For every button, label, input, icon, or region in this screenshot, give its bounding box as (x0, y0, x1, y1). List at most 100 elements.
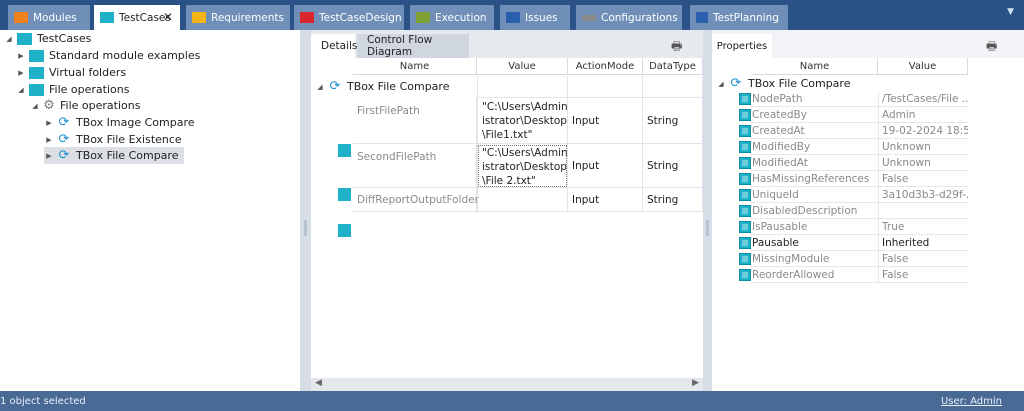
detail-row-actionmode[interactable]: Input (568, 98, 643, 144)
property-row[interactable]: NodePath /TestCases/File ... (712, 91, 968, 107)
tab-testplanning[interactable]: TestPlanning (690, 5, 788, 30)
expand-arrow-icon[interactable]: ▶ (16, 52, 26, 60)
property-value[interactable]: 3a10d3b3-d29f-... (878, 187, 968, 203)
expand-arrow-icon[interactable]: ◢ (16, 86, 26, 94)
gear-icon: ⚙ (43, 97, 55, 113)
tree-node-label: Virtual folders (49, 66, 127, 79)
tree-node-tbox-file-compare[interactable]: ▶ ⟳ TBox File Compare (44, 147, 185, 164)
detail-row-value[interactable]: "C:\Users\Admin istrator\Desktop \File 2… (477, 144, 568, 188)
property-row[interactable]: CreatedBy Admin (712, 107, 968, 123)
collapse-arrow-icon[interactable]: ◢ (315, 83, 325, 91)
right-splitter[interactable] (703, 30, 712, 391)
column-header-name[interactable]: Name (353, 58, 477, 75)
tab-testcasedesign[interactable]: TestCaseDesign (294, 5, 404, 30)
property-row[interactable]: DisabledDescription (712, 203, 968, 219)
printer-icon[interactable]: 🖶 (671, 37, 682, 58)
detail-row-actionmode[interactable]: Input (568, 144, 643, 188)
detail-row-value[interactable] (477, 188, 568, 212)
detail-row-name[interactable]: DiffReportOutputFolder (353, 188, 479, 212)
expand-arrow-icon[interactable]: ▶ (44, 152, 54, 160)
details-root-row[interactable]: ◢ ⟳ TBox File Compare (315, 78, 449, 95)
expand-arrow-icon[interactable]: ▶ (16, 69, 26, 77)
user-link[interactable]: User: Admin (941, 396, 1002, 407)
column-header-actionmode[interactable]: ActionMode (568, 58, 643, 75)
property-value[interactable]: /TestCases/File ... (878, 91, 968, 107)
expand-arrow-icon[interactable]: ▶ (44, 136, 54, 144)
testcases-tree-panel: ◢ TestCases ▶ Standard module examples ▶… (0, 30, 300, 391)
property-row[interactable]: ReorderAllowed False (712, 267, 968, 283)
tree-node-tbox-image-compare[interactable]: ▶ ⟳ TBox Image Compare (44, 114, 194, 131)
collapse-arrow-icon[interactable]: ◢ (716, 80, 726, 88)
expand-arrow-icon[interactable]: ▶ (44, 119, 54, 127)
tab-requirements[interactable]: Requirements (186, 5, 290, 30)
property-value[interactable]: False (878, 251, 968, 267)
detail-row-name[interactable]: FirstFilePath (353, 98, 477, 144)
property-row[interactable]: ModifiedAt Unknown (712, 155, 968, 171)
property-value[interactable]: Unknown (878, 139, 968, 155)
chevron-down-icon[interactable]: ▼ (1007, 7, 1014, 17)
detail-row-datatype[interactable]: String (643, 188, 703, 212)
property-row[interactable]: UniqueId 3a10d3b3-d29f-... (712, 187, 968, 203)
property-value[interactable]: Inherited (878, 235, 968, 251)
expand-arrow-icon[interactable]: ◢ (4, 35, 14, 43)
expand-arrow-icon[interactable]: ◢ (30, 102, 40, 110)
detail-row-actionmode[interactable]: Input (568, 188, 643, 212)
property-value[interactable]: True (878, 219, 968, 235)
tab-testcases[interactable]: TestCases ✕ (94, 5, 180, 30)
selection-status: 1 object selected (0, 395, 86, 407)
testcasedesign-icon (300, 12, 314, 23)
property-row[interactable]: CreatedAt 19-02-2024 18:51... (712, 123, 968, 139)
document-tab-bar: Modules TestCases ✕ Requirements TestCas… (0, 0, 1024, 30)
tree-node-virtual-folders[interactable]: ▶ Virtual folders (16, 64, 126, 81)
property-value[interactable] (878, 203, 968, 219)
detail-row-name[interactable]: SecondFilePath (353, 144, 477, 188)
close-icon[interactable]: ✕ (163, 10, 173, 24)
tab-properties[interactable]: Properties (712, 34, 772, 58)
property-value[interactable]: 19-02-2024 18:51... (878, 123, 968, 139)
property-name: ModifiedBy (752, 139, 878, 155)
scroll-left-icon[interactable]: ◀ (315, 378, 322, 388)
properties-root-label: TBox File Compare (748, 77, 851, 90)
detail-row-datatype[interactable]: String (643, 144, 703, 188)
column-header-datatype[interactable]: DataType (643, 58, 703, 75)
tree-node-label: File operations (60, 99, 141, 112)
properties-root-row[interactable]: ◢ ⟳ TBox File Compare (716, 75, 850, 92)
tab-details[interactable]: Details (311, 34, 357, 58)
requirements-icon (192, 12, 206, 23)
property-icon (739, 205, 751, 217)
property-row[interactable]: IsPausable True (712, 219, 968, 235)
printer-icon[interactable]: 🖶 (986, 37, 997, 58)
tab-modules[interactable]: Modules (8, 5, 90, 30)
property-value[interactable]: Unknown (878, 155, 968, 171)
property-row[interactable]: ModifiedBy Unknown (712, 139, 968, 155)
property-name: MissingModule (752, 251, 878, 267)
tree-node-testcases[interactable]: ◢ TestCases (4, 30, 91, 47)
column-header-value[interactable]: Value (878, 58, 968, 75)
tab-execution[interactable]: Execution (410, 5, 494, 30)
detail-row-datatype[interactable]: String (643, 98, 703, 144)
tree-node-standard-module-examples[interactable]: ▶ Standard module examples (16, 47, 200, 64)
property-row[interactable]: HasMissingReferences False (712, 171, 968, 187)
horizontal-scrollbar[interactable]: ◀ ▶ (311, 378, 703, 391)
property-row[interactable]: Pausable Inherited (712, 235, 968, 251)
scroll-right-icon[interactable]: ▶ (692, 378, 699, 388)
property-value[interactable]: Admin (878, 107, 968, 123)
tab-configurations[interactable]: Configurations (576, 5, 682, 30)
attribute-icon (338, 224, 351, 237)
property-row[interactable]: MissingModule False (712, 251, 968, 267)
tab-issues[interactable]: Issues (500, 5, 570, 30)
property-value[interactable]: False (878, 267, 968, 283)
detail-row-value[interactable]: "C:\Users\Admin istrator\Desktop \File1.… (477, 98, 568, 144)
property-icon (739, 93, 751, 105)
tree-node-tbox-file-existence[interactable]: ▶ ⟳ TBox File Existence (44, 131, 181, 148)
left-splitter[interactable] (300, 30, 311, 391)
details-grid: Name Value ActionMode DataType ◢ ⟳ TBox … (311, 58, 703, 378)
column-header-value[interactable]: Value (477, 58, 568, 75)
tree-node-file-operations[interactable]: ◢ ⚙ File operations (30, 97, 140, 114)
tab-control-flow-diagram[interactable]: Control Flow Diagram (357, 34, 469, 58)
status-bar: 1 object selected User: Admin (0, 391, 1024, 411)
tree-node-file-operations-folder[interactable]: ◢ File operations (16, 81, 129, 98)
property-value[interactable]: False (878, 171, 968, 187)
tab-label: Issues (525, 11, 558, 24)
column-header-name[interactable]: Name (752, 58, 878, 75)
